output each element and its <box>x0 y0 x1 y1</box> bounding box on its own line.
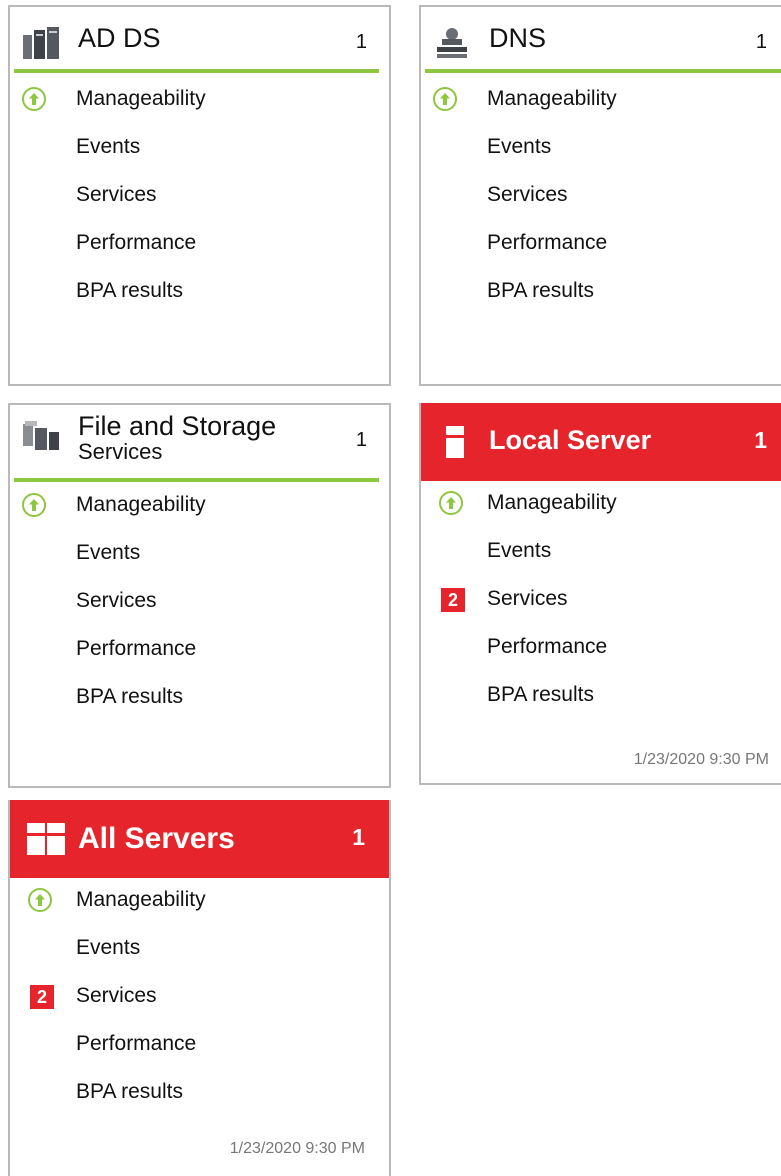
row-services[interactable]: 2 Services <box>10 974 389 1022</box>
tile-title-main: File and Storage <box>78 411 277 441</box>
row-services[interactable]: Services <box>10 173 389 221</box>
tile-count: 1 <box>755 31 767 53</box>
services-alert-badge: 2 <box>441 588 465 612</box>
row-label: BPA results <box>76 279 183 302</box>
row-label: BPA results <box>487 683 594 706</box>
row-events[interactable]: Events <box>10 531 389 579</box>
row-label: Manageability <box>487 491 617 514</box>
status-line <box>14 69 379 73</box>
tile-count: 1 <box>754 427 767 453</box>
row-services[interactable]: 2 Services <box>421 577 781 625</box>
tile-count: 1 <box>355 31 367 53</box>
row-label: Manageability <box>76 87 206 110</box>
row-label: Events <box>487 539 552 562</box>
arrow-up-circle-icon <box>433 87 457 111</box>
row-manageability[interactable]: Manageability <box>421 481 781 529</box>
row-label: Services <box>487 587 568 610</box>
last-refresh-timestamp: 1/23/2020 9:30 PM <box>229 1140 365 1157</box>
row-label: BPA results <box>76 1080 183 1103</box>
arrow-up-circle-icon <box>439 491 463 515</box>
row-services[interactable]: Services <box>10 579 389 627</box>
row-bpa-results[interactable]: BPA results <box>10 675 389 723</box>
tile-dns[interactable]: DNS 1 Manageability Events Services Perf… <box>419 5 781 386</box>
tile-ad-ds[interactable]: AD DS 1 Manageability Events Services Pe… <box>8 5 391 386</box>
row-performance[interactable]: Performance <box>10 1022 389 1070</box>
row-events[interactable]: Events <box>421 125 781 173</box>
tile-rows: Manageability Events 2 Services Performa… <box>10 878 389 1118</box>
row-label: Performance <box>487 231 608 254</box>
tile-header[interactable]: All Servers 1 <box>10 800 389 878</box>
row-label: Events <box>487 135 552 158</box>
row-manageability[interactable]: Manageability <box>10 483 389 531</box>
tile-header[interactable]: File and Storage Services 1 <box>10 405 389 482</box>
row-manageability[interactable]: Manageability <box>10 878 389 926</box>
tile-title: DNS <box>489 23 547 53</box>
row-manageability[interactable]: Manageability <box>421 77 781 125</box>
file-storage-icon <box>22 419 60 453</box>
tile-rows: Manageability Events 2 Services Performa… <box>421 481 781 721</box>
tile-title: Local Server <box>489 425 652 455</box>
tile-rows: Manageability Events Services Performanc… <box>10 77 389 317</box>
tile-all-servers[interactable]: All Servers 1 Manageability Events 2 Ser… <box>8 800 391 1176</box>
row-events[interactable]: Events <box>10 926 389 974</box>
tile-count: 1 <box>352 824 365 850</box>
row-events[interactable]: Events <box>421 529 781 577</box>
tile-title: AD DS <box>78 23 161 53</box>
row-label: Services <box>76 984 157 1007</box>
local-server-icon <box>445 425 465 459</box>
tile-header[interactable]: DNS 1 <box>421 7 781 75</box>
status-line <box>425 69 781 73</box>
row-label: Events <box>76 135 141 158</box>
row-manageability[interactable]: Manageability <box>10 77 389 125</box>
arrow-up-circle-icon <box>22 87 46 111</box>
row-label: Manageability <box>76 888 206 911</box>
row-label: Performance <box>76 231 197 254</box>
tile-count: 1 <box>355 429 367 451</box>
row-label: Manageability <box>487 87 617 110</box>
row-label: Events <box>76 936 141 959</box>
row-label: BPA results <box>76 685 183 708</box>
tile-rows: Manageability Events Services Performanc… <box>10 483 389 723</box>
row-services[interactable]: Services <box>421 173 781 221</box>
row-label: Events <box>76 541 141 564</box>
services-alert-badge: 2 <box>30 985 54 1009</box>
status-line <box>14 478 379 482</box>
row-label: Services <box>487 183 568 206</box>
tile-rows: Manageability Events Services Performanc… <box>421 77 781 317</box>
row-label: Services <box>76 183 157 206</box>
row-performance[interactable]: Performance <box>421 221 781 269</box>
row-label: Performance <box>487 635 608 658</box>
arrow-up-circle-icon <box>28 888 52 912</box>
tile-title: All Servers <box>78 822 235 855</box>
row-bpa-results[interactable]: BPA results <box>421 673 781 721</box>
tile-file-and-storage-services[interactable]: File and Storage Services 1 Manageabilit… <box>8 403 391 788</box>
tile-title: File and Storage Services <box>78 412 276 464</box>
row-performance[interactable]: Performance <box>10 221 389 269</box>
tile-subtitle: Services <box>78 439 163 464</box>
tile-header[interactable]: Local Server 1 <box>421 403 781 481</box>
row-label: Services <box>76 589 157 612</box>
row-performance[interactable]: Performance <box>10 627 389 675</box>
row-bpa-results[interactable]: BPA results <box>10 269 389 317</box>
row-label: Performance <box>76 1032 197 1055</box>
row-bpa-results[interactable]: BPA results <box>421 269 781 317</box>
row-events[interactable]: Events <box>10 125 389 173</box>
row-label: BPA results <box>487 279 594 302</box>
tile-local-server[interactable]: Local Server 1 Manageability Events 2 Se… <box>419 403 781 785</box>
row-label: Performance <box>76 637 197 660</box>
all-servers-icon <box>26 822 66 856</box>
tile-header[interactable]: AD DS 1 <box>10 7 389 75</box>
dns-server-icon <box>433 26 471 60</box>
last-refresh-timestamp: 1/23/2020 9:30 PM <box>633 751 769 768</box>
row-label: Manageability <box>76 493 206 516</box>
row-bpa-results[interactable]: BPA results <box>10 1070 389 1118</box>
arrow-up-circle-icon <box>22 493 46 517</box>
row-performance[interactable]: Performance <box>421 625 781 673</box>
server-stack-icon <box>22 26 60 60</box>
